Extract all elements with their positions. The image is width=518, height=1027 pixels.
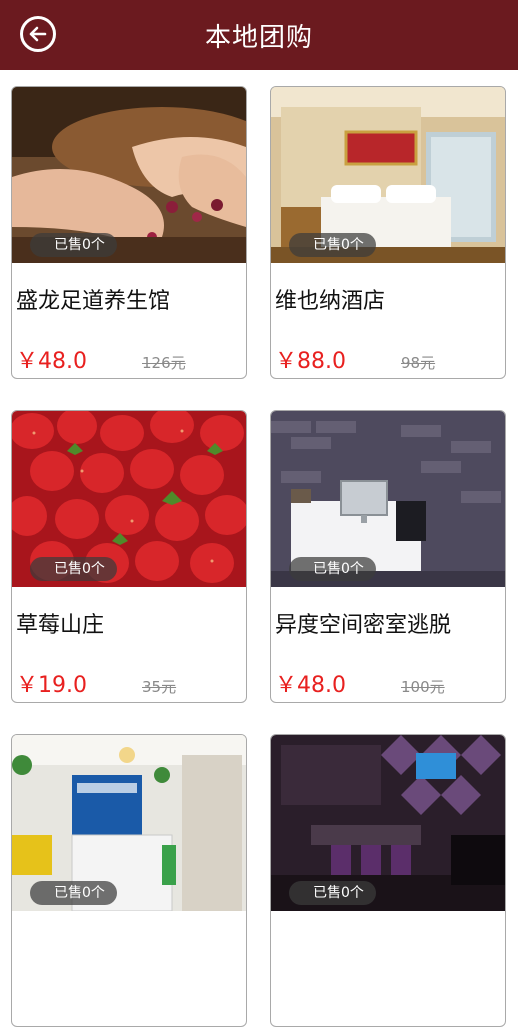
deal-original-price: 126元: [142, 354, 186, 372]
sold-count-badge: 已售0个: [289, 557, 376, 581]
page-title: 本地团购: [204, 22, 313, 53]
deal-original-price: 100元: [401, 678, 445, 696]
deal-card[interactable]: 已售0个 异度空间密室逃脱 ￥48.0 100元: [270, 410, 506, 703]
deal-original-price: 98元: [401, 354, 436, 372]
deal-name: 盛龙足道养生馆: [16, 289, 171, 314]
sold-count-badge: 已售0个: [289, 881, 376, 905]
sold-count-badge: 已售0个: [30, 557, 117, 581]
deal-name: 草莓山庄: [16, 613, 105, 638]
deal-card[interactable]: 已售0个: [270, 734, 506, 1027]
deal-price: ￥88.0: [275, 349, 346, 374]
back-arrow-icon: [29, 26, 47, 42]
deal-card[interactable]: 已售0个 维也纳酒店 ￥88.0 98元: [270, 86, 506, 379]
sold-count-badge: 已售0个: [30, 233, 117, 257]
deal-price: ￥48.0: [275, 673, 346, 698]
deal-card[interactable]: 已售0个 盛龙足道养生馆 ￥48.0 126元: [11, 86, 247, 379]
deal-name: 维也纳酒店: [275, 289, 386, 314]
top-bar: 本地团购: [0, 0, 518, 70]
deal-price: ￥19.0: [16, 673, 87, 698]
deal-original-price: 35元: [142, 678, 177, 696]
deal-card[interactable]: 已售0个 草莓山庄 ￥19.0 35元: [11, 410, 247, 703]
deal-card[interactable]: 已售0个: [11, 734, 247, 1027]
sold-count-badge: 已售0个: [289, 233, 376, 257]
sold-count-badge: 已售0个: [30, 881, 117, 905]
deal-name: 异度空间密室逃脱: [275, 613, 452, 638]
back-button[interactable]: [20, 16, 56, 52]
deal-price: ￥48.0: [16, 349, 87, 374]
